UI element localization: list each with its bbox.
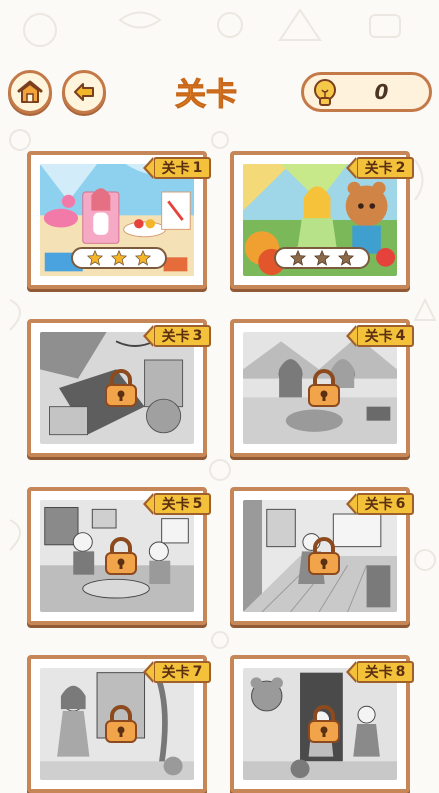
level-card-4[interactable]: 关卡 4 <box>230 319 414 457</box>
level-number: 8 <box>395 664 406 680</box>
page-title: 关卡 <box>175 76 238 113</box>
level-number: 2 <box>395 160 406 176</box>
level-badge-8: 关卡 8 <box>346 661 414 683</box>
level-card-2[interactable]: 关卡 2 <box>230 151 414 289</box>
star-icon <box>290 250 306 266</box>
stars-rating <box>274 247 370 269</box>
level-badge-7: 关卡 7 <box>143 661 211 683</box>
padlock-icon <box>105 369 137 407</box>
hint-count: 0 <box>374 80 389 104</box>
padlock-icon <box>308 369 340 407</box>
level-label: 关卡 <box>161 161 190 177</box>
star-icon <box>87 250 103 266</box>
star-icon <box>314 250 330 266</box>
level-card-7[interactable]: 关卡 7 <box>27 655 211 793</box>
level-label: 关卡 <box>364 161 393 177</box>
home-icon <box>17 80 43 103</box>
star-icon <box>338 250 354 266</box>
level-label: 关卡 <box>364 329 393 345</box>
back-button[interactable] <box>62 70 106 114</box>
level-number: 6 <box>395 496 406 512</box>
level-badge-5: 关卡 5 <box>143 493 211 515</box>
level-badge-6: 关卡 6 <box>346 493 414 515</box>
level-label: 关卡 <box>364 665 393 681</box>
level-badge-3: 关卡 3 <box>143 325 211 347</box>
level-card-1[interactable]: 关卡 1 <box>27 151 211 289</box>
level-label: 关卡 <box>364 497 393 513</box>
level-number: 3 <box>192 328 203 344</box>
level-label: 关卡 <box>161 497 190 513</box>
padlock-icon <box>308 705 340 743</box>
padlock-icon <box>105 705 137 743</box>
stars-rating <box>71 247 167 269</box>
level-label: 关卡 <box>161 665 190 681</box>
level-badge-2: 关卡 2 <box>346 157 414 179</box>
hint-counter[interactable]: 0 <box>301 72 432 112</box>
level-number: 5 <box>192 496 203 512</box>
level-card-3[interactable]: 关卡 3 <box>27 319 211 457</box>
level-badge-1: 关卡 1 <box>143 157 211 179</box>
back-arrow-icon <box>74 83 94 101</box>
level-card-6[interactable]: 关卡 6 <box>230 487 414 625</box>
home-button[interactable] <box>8 70 52 114</box>
level-badge-4: 关卡 4 <box>346 325 414 347</box>
padlock-icon <box>105 537 137 575</box>
lightbulb-icon <box>314 79 336 106</box>
level-number: 4 <box>395 328 406 344</box>
level-card-5[interactable]: 关卡 5 <box>27 487 211 625</box>
padlock-icon <box>308 537 340 575</box>
level-label: 关卡 <box>161 329 190 345</box>
level-number: 1 <box>192 160 203 176</box>
level-number: 7 <box>192 664 203 680</box>
level-card-8[interactable]: 关卡 8 <box>230 655 414 793</box>
star-icon <box>111 250 127 266</box>
star-icon <box>135 250 151 266</box>
